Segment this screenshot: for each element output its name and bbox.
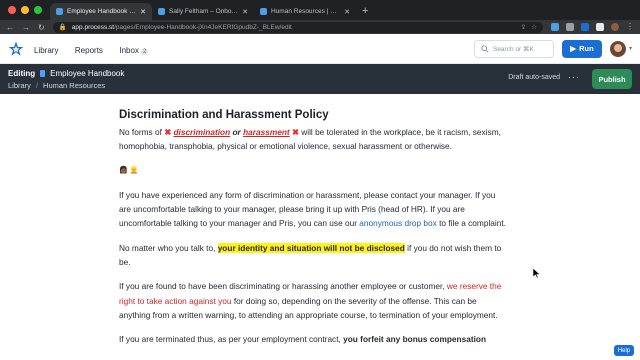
- inbox-count-badge: 2: [140, 48, 149, 55]
- back-arrow-icon[interactable]: ←: [6, 23, 14, 32]
- run-button[interactable]: ▶ Run: [561, 39, 602, 58]
- window-controls: [0, 6, 50, 20]
- app-header: Library Reports Inbox 2 Search or ⌘K ▶ Ru…: [0, 34, 640, 64]
- anonymous-drop-box-link[interactable]: anonymous drop box: [359, 218, 437, 228]
- browser-tab-human-resources[interactable]: Human Resources | Process St ✕: [254, 3, 356, 20]
- document-title[interactable]: Employee Handbook: [50, 69, 124, 78]
- favicon-icon: [56, 8, 63, 15]
- text: No forms of: [119, 127, 165, 137]
- nav-inbox[interactable]: Inbox 2: [119, 45, 149, 55]
- cross-mark-icon: ✖: [164, 127, 172, 137]
- text: If you are found to have been discrimina…: [119, 281, 447, 292]
- editing-bar: Editing Employee Handbook Library / Human …: [0, 64, 640, 94]
- search-icon: [481, 44, 489, 53]
- paragraph-contact-manager: If you have experienced any form of disc…: [119, 188, 509, 231]
- text: to file a complaint.: [436, 218, 506, 229]
- play-icon: ▶: [570, 44, 577, 53]
- close-tab-icon[interactable]: ✕: [242, 8, 248, 16]
- url-path: /pages/Employee-Handbook-jXn4JeKERfGpudb…: [114, 23, 292, 31]
- highlighted-text: your identity and situation will not be …: [217, 242, 405, 253]
- bookmark-star-icon[interactable]: ☆: [531, 23, 537, 31]
- favicon-icon: [260, 8, 267, 15]
- profile-avatar-icon[interactable]: [611, 23, 619, 31]
- breadcrumb-separator: /: [35, 81, 39, 90]
- paragraph-confidentiality: No matter who you talk to, your identity…: [119, 241, 509, 270]
- reload-icon[interactable]: ↻: [38, 23, 45, 32]
- bold-text: you forfeit any bonus compensation: [343, 334, 487, 345]
- nav-reports[interactable]: Reports: [75, 46, 103, 55]
- url-host: app.process.st: [71, 23, 115, 31]
- paragraph-no-discrimination: No forms of ✖ discrimination or harassme…: [119, 125, 509, 154]
- publish-button[interactable]: Publish: [592, 69, 632, 89]
- share-icon[interactable]: ⇪: [521, 23, 526, 31]
- close-tab-icon[interactable]: ✕: [140, 8, 146, 16]
- search-placeholder: Search or ⌘K: [492, 45, 534, 53]
- text: No matter who you talk to,: [119, 242, 218, 253]
- people-emoji: 👩🏾 👱: [119, 166, 139, 174]
- breadcrumb-library[interactable]: Library: [8, 81, 31, 90]
- text: or: [230, 127, 244, 137]
- mouse-cursor-icon: [533, 268, 541, 278]
- cross-mark-icon: ✖: [291, 127, 299, 137]
- extension-icon[interactable]: [581, 23, 589, 31]
- paragraph-consequences: If you are found to have been discrimina…: [119, 279, 509, 322]
- kebab-menu-icon[interactable]: ⋮: [626, 23, 634, 31]
- browser-tab-onboarding[interactable]: Sally Feltham – Onboarding | P ✕: [152, 3, 254, 20]
- maximize-window-button[interactable]: [34, 6, 42, 14]
- new-tab-button[interactable]: +: [356, 5, 374, 20]
- user-avatar[interactable]: [609, 40, 626, 57]
- paragraph-termination: If you are terminated thus, as per your …: [119, 332, 509, 346]
- breadcrumb: Library / Human Resources: [8, 81, 105, 90]
- discrimination-word: discrimination: [173, 127, 231, 137]
- page-document-icon: [40, 70, 46, 77]
- editing-title: Editing Employee Handbook: [8, 69, 124, 78]
- nav-library[interactable]: Library: [34, 46, 58, 55]
- search-input[interactable]: Search or ⌘K: [473, 39, 554, 58]
- extension-icon[interactable]: [551, 23, 559, 31]
- puzzle-icon[interactable]: [596, 23, 604, 31]
- process-street-logo-icon[interactable]: [8, 41, 24, 57]
- extension-icons: ⋮: [551, 23, 634, 31]
- browser-tab-employee-handbook[interactable]: Employee Handbook | Proces ✕: [50, 3, 152, 20]
- close-window-button[interactable]: [8, 6, 16, 14]
- breadcrumb-human-resources[interactable]: Human Resources: [43, 81, 105, 90]
- forward-arrow-icon[interactable]: →: [22, 23, 30, 32]
- browser-tab-strip: Employee Handbook | Proces ✕ Sally Felth…: [0, 0, 640, 20]
- autosave-status: Draft auto-saved: [508, 74, 560, 81]
- chevron-down-icon[interactable]: ▾: [629, 45, 632, 52]
- extension-icon[interactable]: [566, 23, 574, 31]
- document-body[interactable]: Discrimination and Harassment Policy No …: [119, 108, 509, 357]
- lock-icon: 🔒: [58, 24, 67, 31]
- nav-inbox-label: Inbox: [119, 45, 139, 55]
- favicon-icon: [158, 8, 165, 15]
- section-heading: Discrimination and Harassment Policy: [119, 109, 329, 121]
- more-options-icon[interactable]: ···: [568, 72, 580, 82]
- tab-title: Employee Handbook | Proces: [67, 8, 136, 15]
- minimize-window-button[interactable]: [21, 6, 29, 14]
- editing-label: Editing: [8, 69, 36, 78]
- tab-title: Sally Feltham – Onboarding | P: [169, 8, 238, 15]
- main-nav: Library Reports Inbox 2: [34, 40, 160, 58]
- harassment-word: harassment: [243, 127, 290, 137]
- help-button[interactable]: Help: [614, 345, 634, 356]
- tab-title: Human Resources | Process St: [271, 8, 341, 15]
- close-tab-icon[interactable]: ✕: [344, 8, 350, 16]
- text: If you are terminated thus, as per your …: [119, 334, 344, 345]
- run-label: Run: [579, 44, 594, 53]
- address-bar[interactable]: 🔒 app.process.st/pages/Employee-Handbook…: [52, 21, 543, 33]
- browser-toolbar: ← → ↻ 🔒 app.process.st/pages/Employee-Ha…: [0, 20, 640, 34]
